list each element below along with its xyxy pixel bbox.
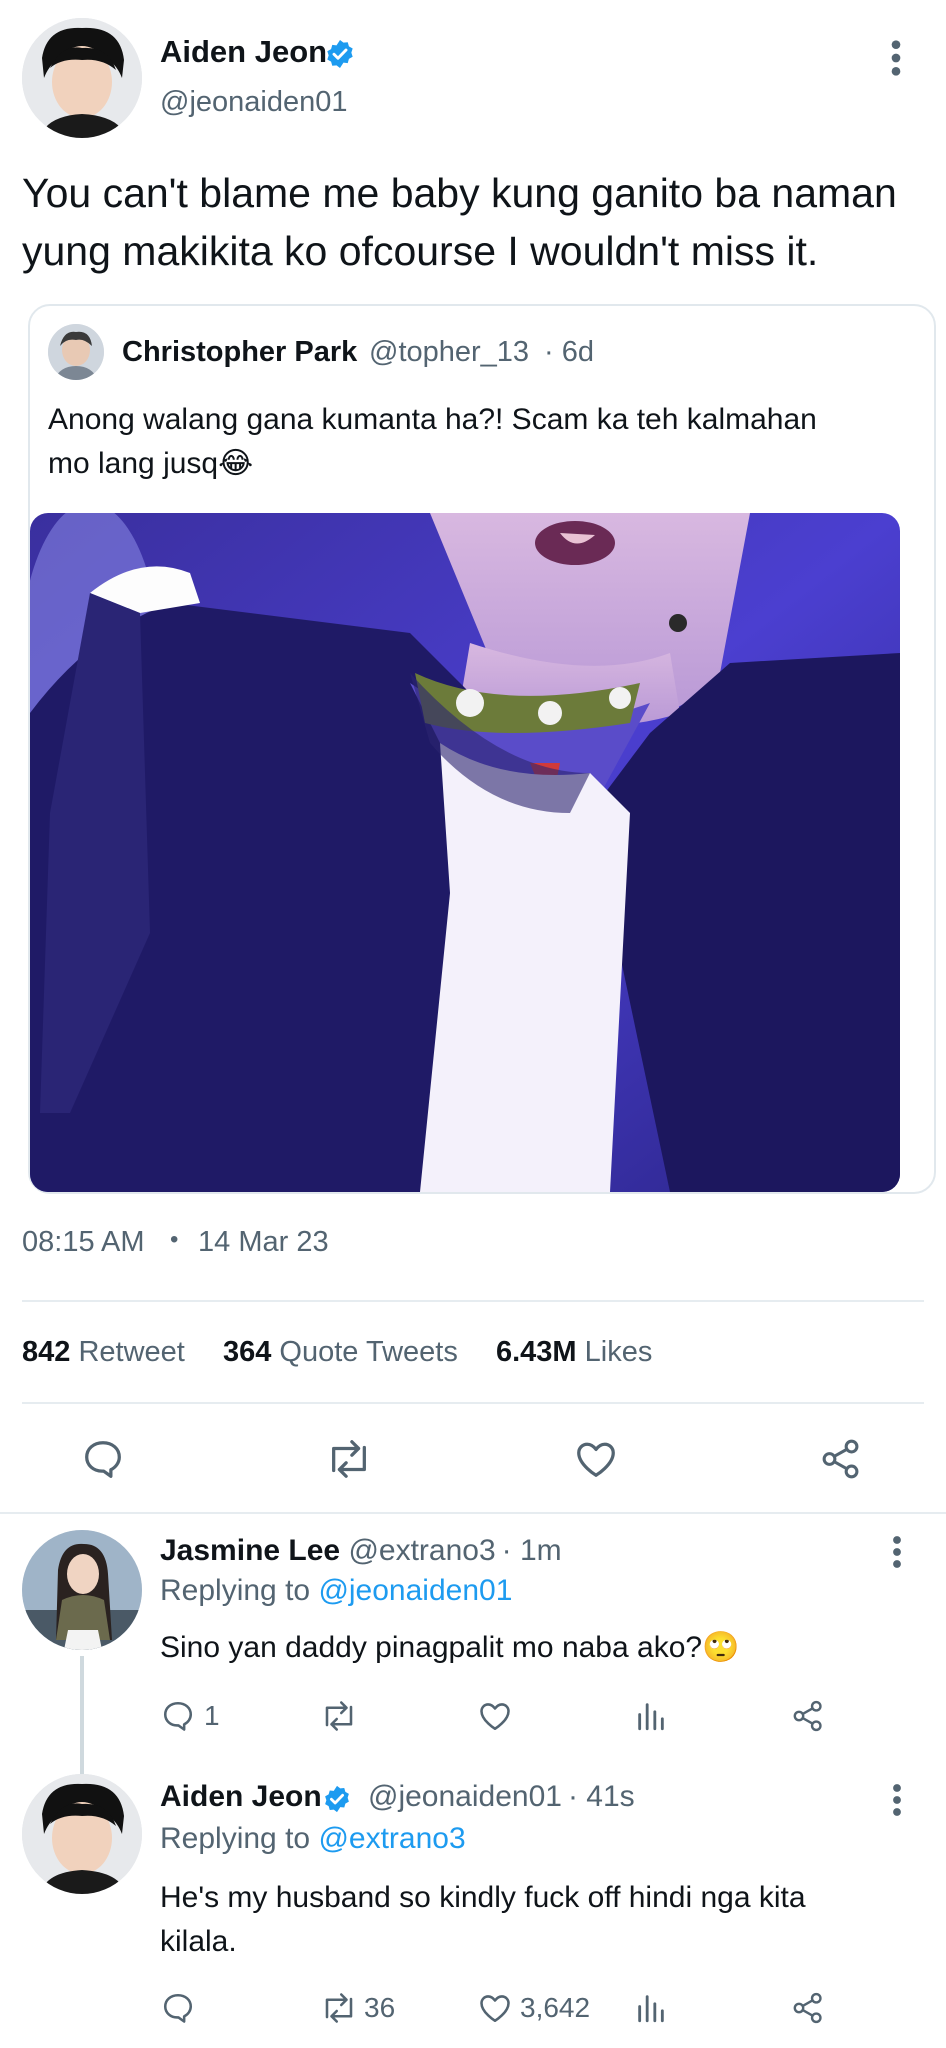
reply-icon[interactable] bbox=[160, 1990, 196, 2026]
replying-to: Replying to @extrano3 bbox=[160, 1822, 466, 1856]
retweets-label[interactable]: Retweet bbox=[78, 1336, 184, 1368]
quoted-author-avatar[interactable] bbox=[48, 324, 104, 380]
quote-tweets-count[interactable]: 364 bbox=[223, 1336, 271, 1368]
author-handle[interactable]: @jeonaiden01 bbox=[160, 86, 347, 119]
quoted-author-handle[interactable]: @topher_13 bbox=[369, 336, 529, 369]
reply-author-handle[interactable]: @extrano3 bbox=[348, 1534, 495, 1567]
reply-author-name[interactable]: Jasmine Lee bbox=[160, 1534, 340, 1567]
replying-to: Replying to @jeonaiden01 bbox=[160, 1574, 512, 1608]
divider bbox=[22, 1300, 924, 1302]
reply-text-line1: He's my husband so kindly fuck off hindi… bbox=[160, 1881, 806, 1914]
author-avatar[interactable] bbox=[22, 18, 142, 138]
analytics-icon[interactable] bbox=[634, 1990, 668, 2026]
reply-avatar[interactable] bbox=[22, 1774, 142, 1894]
quoted-tweet-text-line2-text: mo lang jusq bbox=[48, 447, 219, 480]
retweet-icon[interactable] bbox=[322, 1436, 376, 1482]
reply-text: Sino yan daddy pinagpalit mo naba ako?🙄 bbox=[160, 1630, 739, 1665]
verified-badge-icon bbox=[322, 1784, 352, 1814]
reply-header: Jasmine Lee @extrano3 · 1m bbox=[160, 1534, 562, 1568]
quote-tweets-label[interactable]: Quote Tweets bbox=[279, 1336, 457, 1368]
quoted-tweet-text-line2: mo lang jusq😂 bbox=[48, 442, 253, 486]
likes-label[interactable]: Likes bbox=[585, 1336, 653, 1368]
like-heart-icon[interactable] bbox=[572, 1436, 620, 1482]
reply-icon[interactable] bbox=[160, 1698, 196, 1734]
quoted-tweet-text-line1: Anong walang gana kumanta ha?! Scam ka t… bbox=[48, 403, 817, 436]
joy-emoji: 😂 bbox=[218, 447, 254, 480]
share-icon[interactable] bbox=[818, 1436, 864, 1482]
stats-row: 842 Retweet 364 Quote Tweets 6.43M Likes bbox=[22, 1336, 652, 1369]
reply-author-name[interactable]: Aiden Jeon bbox=[160, 1780, 322, 1813]
reply-header: Aiden Jeon bbox=[160, 1780, 322, 1814]
more-options-icon[interactable] bbox=[886, 1534, 908, 1570]
divider bbox=[0, 1512, 946, 1514]
reply-count: 1 bbox=[204, 1700, 220, 1731]
quoted-tweet-age: · 6d bbox=[544, 336, 594, 368]
replying-to-label: Replying to bbox=[160, 1822, 311, 1855]
more-options-icon[interactable] bbox=[884, 38, 908, 78]
reply-age: · 1m bbox=[501, 1534, 562, 1567]
reply-text-line2: kilala. bbox=[160, 1925, 237, 1958]
retweet-count: 36 bbox=[364, 1992, 396, 2023]
quoted-author-name[interactable]: Christopher Park bbox=[122, 336, 357, 369]
quoted-tweet-photo[interactable] bbox=[30, 513, 900, 1192]
analytics-icon[interactable] bbox=[634, 1698, 668, 1734]
eye-roll-emoji: 🙄 bbox=[702, 1631, 740, 1664]
reply-avatar[interactable] bbox=[22, 1530, 142, 1650]
timestamp-separator: • bbox=[170, 1226, 179, 1253]
tweet-time: 08:15 AM bbox=[22, 1226, 145, 1258]
divider bbox=[22, 1402, 924, 1404]
author-name[interactable]: Aiden Jeon bbox=[160, 34, 327, 70]
verified-badge-icon bbox=[324, 38, 356, 70]
like-count: 3,642 bbox=[520, 1992, 591, 2023]
like-heart-icon[interactable] bbox=[476, 1990, 514, 2026]
likes-count[interactable]: 6.43M bbox=[496, 1336, 577, 1368]
reply-age: · 41s bbox=[567, 1780, 635, 1813]
retweet-icon[interactable] bbox=[318, 1990, 360, 2026]
replying-to-handle[interactable]: @extrano3 bbox=[318, 1822, 465, 1855]
share-icon[interactable] bbox=[790, 1698, 826, 1734]
replying-to-handle[interactable]: @jeonaiden01 bbox=[318, 1574, 512, 1607]
thread-line bbox=[80, 1656, 84, 1774]
share-icon[interactable] bbox=[790, 1990, 826, 2026]
replying-to-label: Replying to bbox=[160, 1574, 311, 1607]
like-heart-icon[interactable] bbox=[476, 1698, 514, 1734]
reply-author-handle[interactable]: @jeonaiden01 bbox=[368, 1780, 562, 1813]
reply-icon[interactable] bbox=[80, 1436, 126, 1482]
reply-text-body: Sino yan daddy pinagpalit mo naba ako? bbox=[160, 1631, 703, 1664]
retweets-count[interactable]: 842 bbox=[22, 1336, 70, 1368]
tweet-date: 14 Mar 23 bbox=[198, 1226, 329, 1258]
more-options-icon[interactable] bbox=[886, 1782, 908, 1818]
tweet-text: You can't blame me baby kung ganito ba n… bbox=[22, 170, 897, 274]
reply-handle-row: @jeonaiden01 · 41s bbox=[368, 1780, 635, 1814]
retweet-icon[interactable] bbox=[318, 1698, 360, 1734]
